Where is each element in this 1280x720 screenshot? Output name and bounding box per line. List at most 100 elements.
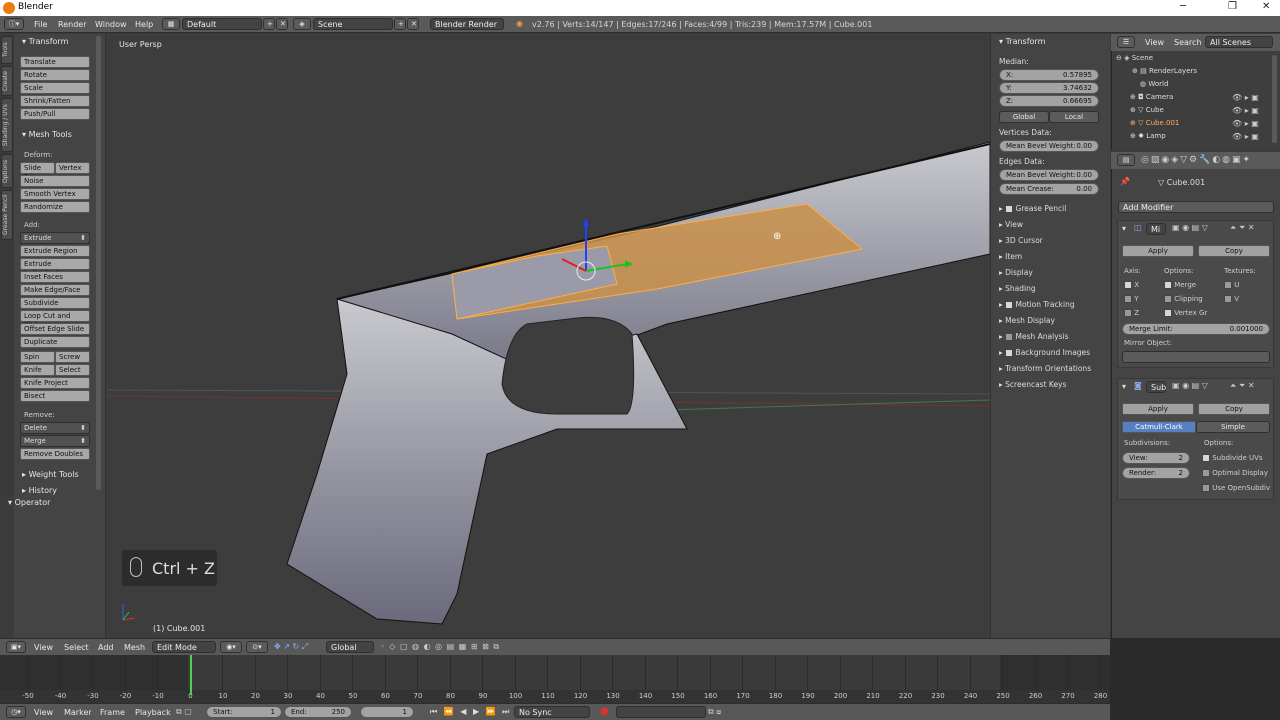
weight-tools-panel-header[interactable]: ▸ Weight Tools	[22, 470, 79, 479]
3d-viewport[interactable]: ⊕ User Persp (1) Cube.001	[107, 34, 990, 638]
pivot-point-select[interactable]: ⊙▾	[246, 641, 268, 653]
z-arrow-icon[interactable]	[583, 218, 589, 226]
timeline-area[interactable]: -50 -40 -30 -20 -10 0 10 20 30 40 50 60 70 80 90 100 110…	[0, 655, 1110, 703]
vertex-bevel-weight-field[interactable]: Mean Bevel Weight: 0.00	[999, 140, 1099, 152]
use-opensubdiv-toggle[interactable]: Use OpenSubdiv	[1202, 484, 1270, 492]
vertex-groups-toggle[interactable]: Vertex Gr	[1164, 309, 1207, 317]
screen-layout-icon[interactable]: ▦	[162, 18, 180, 30]
menu-file[interactable]: File	[34, 20, 47, 29]
subsurf-copy-button[interactable]: Copy	[1198, 403, 1270, 415]
mesh-analysis-section[interactable]: ▸ Mesh Analysis	[999, 332, 1069, 341]
outliner-item-scene[interactable]: ⊖ ◈ Scene	[1116, 54, 1153, 62]
shrink-fatten-button[interactable]: Shrink/Fatten	[20, 95, 90, 107]
mirror-display-toggles[interactable]: ▣ ◉ ▤ ▽	[1172, 223, 1208, 232]
mesh-menu[interactable]: Mesh	[124, 643, 145, 652]
end-frame-field[interactable]: End: 250	[284, 706, 352, 718]
local-toggle[interactable]: Local	[1049, 111, 1099, 123]
tab-create[interactable]: Create	[1, 66, 13, 96]
grease-pencil-checkbox[interactable]	[1005, 205, 1014, 213]
start-frame-field[interactable]: Start: 1	[206, 706, 282, 718]
mesh-tools-panel-header[interactable]: ▾ Mesh Tools	[22, 130, 72, 139]
tl-playback-menu[interactable]: Playback	[135, 708, 171, 717]
editor-type-button[interactable]: ⓘ▾	[4, 18, 24, 30]
subsurf-move-buttons[interactable]: ⏶ ⏷ ✕	[1230, 381, 1255, 391]
bisect-button[interactable]: Bisect	[20, 390, 90, 402]
remove-doubles-button[interactable]: Remove Doubles	[20, 448, 90, 460]
outliner-item-lamp[interactable]: ⊕ ✹ Lamp	[1130, 132, 1166, 140]
shading-section[interactable]: ▸ Shading	[999, 284, 1036, 293]
sync-mode-select[interactable]: No Sync	[514, 706, 590, 718]
mirror-move-buttons[interactable]: ⏶ ⏷ ✕	[1230, 223, 1255, 233]
tab-grease-pencil[interactable]: Grease Pencil	[1, 190, 13, 240]
use-opensubdiv-checkbox[interactable]	[1202, 484, 1210, 492]
manipulator-icons[interactable]: ✥ ↗ ↻ ⤢	[274, 642, 308, 652]
timeline-editor-icon[interactable]: ◷▾	[6, 706, 26, 718]
texture-u-checkbox[interactable]	[1224, 281, 1232, 289]
playhead[interactable]	[189, 655, 192, 695]
outliner-menu-view[interactable]: View	[1145, 38, 1164, 47]
merge-select[interactable]: Merge ⬍	[20, 435, 90, 447]
tab-shading-uvs[interactable]: Shading / UVs	[1, 98, 13, 152]
close-icon[interactable]: ✕	[1262, 1, 1270, 12]
subsurf-display-toggles[interactable]: ▣ ◉ ▤ ▽	[1172, 381, 1208, 390]
n-transform-header[interactable]: ▾ Transform	[999, 37, 1045, 46]
axis-z-toggle[interactable]: Z	[1124, 309, 1139, 317]
view-levels-field[interactable]: View: 2	[1122, 452, 1190, 464]
subdivide-uvs-toggle[interactable]: Subdivide UVs	[1202, 454, 1263, 462]
remove-scene-button[interactable]: ✕	[407, 18, 419, 30]
make-edge-face-button[interactable]: Make Edge/Face	[20, 284, 90, 296]
outliner-item-renderlayers[interactable]: ⊕ ▤ RenderLayers	[1132, 67, 1197, 75]
knife-button[interactable]: Knife	[20, 364, 55, 376]
mirror-copy-button[interactable]: Copy	[1198, 245, 1270, 257]
screw-button[interactable]: Screw	[55, 351, 90, 363]
scene-field[interactable]: Scene	[313, 18, 393, 30]
keyframe-icons[interactable]: ⧉ ⧈	[708, 707, 721, 717]
randomize-button[interactable]: Randomize	[20, 201, 90, 213]
add-screen-button[interactable]: +	[263, 18, 275, 30]
screencast-keys-section[interactable]: ▸ Screencast Keys	[999, 380, 1066, 389]
motion-tracking-section[interactable]: ▸ Motion Tracking	[999, 300, 1075, 309]
knife-select-button[interactable]: Select	[55, 364, 90, 376]
3d-cursor-section[interactable]: ▸ 3D Cursor	[999, 236, 1043, 245]
outliner-display-mode[interactable]: All Scenes	[1205, 36, 1273, 48]
median-x-field[interactable]: X: 0.57895	[999, 69, 1099, 81]
grease-pencil-section[interactable]: ▸ Grease Pencil	[999, 204, 1066, 213]
transform-orientation-select[interactable]: Global	[326, 641, 374, 653]
subsurf-collapse-icon[interactable]: ▾	[1122, 382, 1126, 391]
extrude-select[interactable]: Extrude ⬍	[20, 232, 90, 244]
mesh-canvas[interactable]: ⊕	[107, 34, 990, 638]
operator-panel-header[interactable]: ▾ Operator	[8, 498, 50, 507]
tl-frame-menu[interactable]: Frame	[100, 708, 125, 717]
duplicate-button[interactable]: Duplicate	[20, 336, 90, 348]
axis-x-checkbox[interactable]	[1124, 281, 1132, 289]
axis-y-checkbox[interactable]	[1124, 295, 1132, 303]
outliner-item-cube001[interactable]: ⊕ ▽ Cube.001	[1130, 119, 1179, 127]
minimize-icon[interactable]: ─	[1180, 1, 1186, 12]
add-scene-button[interactable]: +	[394, 18, 406, 30]
optimal-display-checkbox[interactable]	[1202, 469, 1210, 477]
outliner-item-cube[interactable]: ⊕ ▽ Cube	[1130, 106, 1164, 114]
tool-shelf-scrollbar[interactable]	[96, 36, 101, 490]
keying-set-field[interactable]	[616, 706, 706, 718]
merge-checkbox[interactable]	[1164, 281, 1172, 289]
add-menu[interactable]: Add	[98, 643, 114, 652]
history-panel-header[interactable]: ▸ History	[22, 486, 57, 495]
scale-button[interactable]: Scale	[20, 82, 90, 94]
item-section[interactable]: ▸ Item	[999, 252, 1022, 261]
render-levels-field[interactable]: Render: 2	[1122, 467, 1190, 479]
clipping-toggle[interactable]: Clipping	[1164, 295, 1203, 303]
vertex-slide-button[interactable]: Vertex	[55, 162, 90, 174]
rotate-button[interactable]: Rotate	[20, 69, 90, 81]
noise-button[interactable]: Noise	[20, 175, 90, 187]
tl-view-menu[interactable]: View	[34, 708, 53, 717]
global-toggle[interactable]: Global	[999, 111, 1049, 123]
properties-context-icons[interactable]: ◎▧◉◈▽⚙🔧◐◍▣✦	[1141, 155, 1252, 165]
properties-editor-icon[interactable]: ▤	[1117, 154, 1135, 166]
push-pull-button[interactable]: Push/Pull	[20, 108, 90, 120]
cube001-visibility-icons[interactable]: 👁 ▸ ▣	[1232, 119, 1259, 128]
preview-range-icon[interactable]: ⧉ ▢	[176, 707, 192, 717]
smooth-vertex-button[interactable]: Smooth Vertex	[20, 188, 90, 200]
mirror-object-field[interactable]	[1122, 351, 1270, 363]
tl-marker-menu[interactable]: Marker	[64, 708, 92, 717]
clipping-checkbox[interactable]	[1164, 295, 1172, 303]
